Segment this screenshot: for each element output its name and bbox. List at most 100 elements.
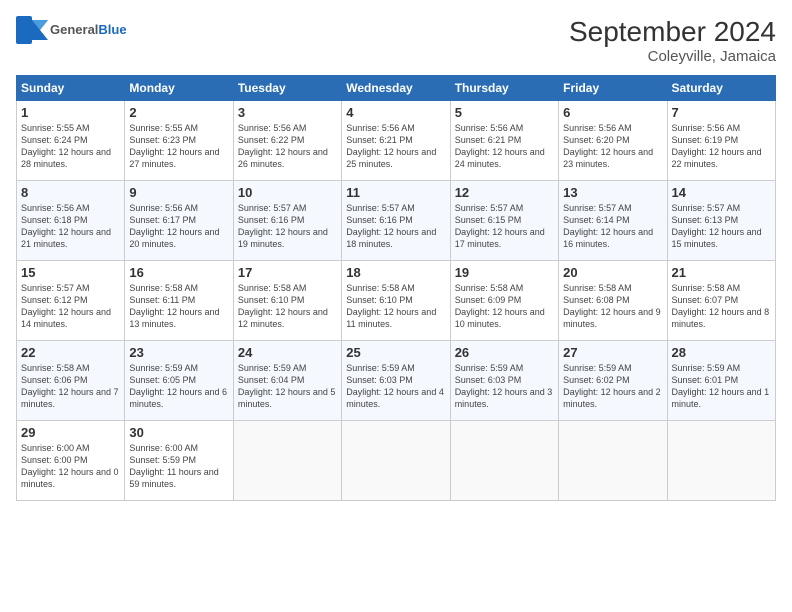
day-number: 1 [21, 105, 120, 120]
cell-info: Sunrise: 5:55 AMSunset: 6:24 PMDaylight:… [21, 123, 111, 169]
calendar-cell: 25Sunrise: 5:59 AMSunset: 6:03 PMDayligh… [342, 341, 450, 421]
logo: GeneralBlue [16, 16, 127, 44]
calendar-week-1: 1 Sunrise: 5:55 AMSunset: 6:24 PMDaylight… [17, 101, 776, 181]
calendar-week-4: 22Sunrise: 5:58 AMSunset: 6:06 PMDayligh… [17, 341, 776, 421]
calendar-cell: 3Sunrise: 5:56 AMSunset: 6:22 PMDaylight… [233, 101, 341, 181]
cell-info: Sunrise: 5:56 AMSunset: 6:18 PMDaylight:… [21, 203, 111, 249]
calendar-cell: 24 Sunrise: 5:59 AMSunset: 6:04 PMDayligh… [233, 341, 341, 421]
cell-info: Sunrise: 5:57 AMSunset: 6:16 PMDaylight:… [346, 203, 436, 249]
calendar-cell: 28Sunrise: 5:59 AMSunset: 6:01 PMDayligh… [667, 341, 775, 421]
cell-info: Sunrise: 5:59 AMSunset: 6:04 PMDaylight:… [238, 363, 336, 409]
logo-blue: Blue [98, 22, 126, 37]
day-number: 24 [238, 345, 337, 360]
cell-info: Sunrise: 5:56 AMSunset: 6:17 PMDaylight:… [129, 203, 219, 249]
cell-info: Sunrise: 5:58 AMSunset: 6:08 PMDaylight:… [563, 283, 661, 329]
day-number: 6 [563, 105, 662, 120]
cell-info: Sunrise: 5:58 AMSunset: 6:09 PMDaylight:… [455, 283, 545, 329]
calendar-cell: 1 Sunrise: 5:55 AMSunset: 6:24 PMDaylight… [17, 101, 125, 181]
logo-general: General [50, 22, 98, 37]
calendar-title: September 2024 [569, 16, 776, 48]
title-block: September 2024 Coleyville, Jamaica [569, 16, 776, 65]
cell-info: Sunrise: 5:56 AMSunset: 6:21 PMDaylight:… [346, 123, 436, 169]
calendar-cell: 30 Sunrise: 6:00 AMSunset: 5:59 PMDayligh… [125, 421, 233, 501]
header-row: SundayMondayTuesdayWednesdayThursdayFrid… [17, 76, 776, 101]
day-number: 19 [455, 265, 554, 280]
cell-info: Sunrise: 5:59 AMSunset: 6:05 PMDaylight:… [129, 363, 227, 409]
cell-info: Sunrise: 5:58 AMSunset: 6:07 PMDaylight:… [672, 283, 770, 329]
cell-info: Sunrise: 5:56 AMSunset: 6:22 PMDaylight:… [238, 123, 328, 169]
calendar-week-2: 8 Sunrise: 5:56 AMSunset: 6:18 PMDaylight… [17, 181, 776, 261]
calendar-cell: 4 Sunrise: 5:56 AMSunset: 6:21 PMDaylight… [342, 101, 450, 181]
calendar-cell: 23 Sunrise: 5:59 AMSunset: 6:05 PMDayligh… [125, 341, 233, 421]
calendar-table: SundayMondayTuesdayWednesdayThursdayFrid… [16, 75, 776, 501]
cell-info: Sunrise: 5:56 AMSunset: 6:20 PMDaylight:… [563, 123, 653, 169]
calendar-cell: 21 Sunrise: 5:58 AMSunset: 6:07 PMDayligh… [667, 261, 775, 341]
header-day-wednesday: Wednesday [342, 76, 450, 101]
cell-info: Sunrise: 5:59 AMSunset: 6:01 PMDaylight:… [672, 363, 770, 409]
day-number: 17 [238, 265, 337, 280]
calendar-cell [450, 421, 558, 501]
day-number: 8 [21, 185, 120, 200]
day-number: 18 [346, 265, 445, 280]
calendar-cell: 10 Sunrise: 5:57 AMSunset: 6:16 PMDayligh… [233, 181, 341, 261]
cell-info: Sunrise: 5:58 AMSunset: 6:10 PMDaylight:… [346, 283, 436, 329]
day-number: 22 [21, 345, 120, 360]
cell-info: Sunrise: 5:59 AMSunset: 6:02 PMDaylight:… [563, 363, 661, 409]
day-number: 20 [563, 265, 662, 280]
calendar-cell: 16 Sunrise: 5:58 AMSunset: 6:11 PMDayligh… [125, 261, 233, 341]
cell-info: Sunrise: 5:57 AMSunset: 6:16 PMDaylight:… [238, 203, 328, 249]
calendar-cell [233, 421, 341, 501]
page-container: GeneralBlue September 2024 Coleyville, J… [0, 0, 792, 509]
cell-info: Sunrise: 6:00 AMSunset: 5:59 PMDaylight:… [129, 443, 218, 489]
calendar-cell: 27 Sunrise: 5:59 AMSunset: 6:02 PMDayligh… [559, 341, 667, 421]
calendar-cell: 26 Sunrise: 5:59 AMSunset: 6:03 PMDayligh… [450, 341, 558, 421]
page-header: GeneralBlue September 2024 Coleyville, J… [16, 16, 776, 65]
day-number: 14 [672, 185, 771, 200]
calendar-cell: 12 Sunrise: 5:57 AMSunset: 6:15 PMDayligh… [450, 181, 558, 261]
calendar-week-3: 15 Sunrise: 5:57 AMSunset: 6:12 PMDayligh… [17, 261, 776, 341]
calendar-cell: 6 Sunrise: 5:56 AMSunset: 6:20 PMDaylight… [559, 101, 667, 181]
calendar-cell: 14 Sunrise: 5:57 AMSunset: 6:13 PMDayligh… [667, 181, 775, 261]
calendar-cell: 29Sunrise: 6:00 AMSunset: 6:00 PMDayligh… [17, 421, 125, 501]
header-day-monday: Monday [125, 76, 233, 101]
calendar-cell: 15 Sunrise: 5:57 AMSunset: 6:12 PMDayligh… [17, 261, 125, 341]
calendar-cell: 18 Sunrise: 5:58 AMSunset: 6:10 PMDayligh… [342, 261, 450, 341]
day-number: 25 [346, 345, 445, 360]
calendar-subtitle: Coleyville, Jamaica [569, 48, 776, 65]
cell-info: Sunrise: 5:57 AMSunset: 6:12 PMDaylight:… [21, 283, 111, 329]
day-number: 16 [129, 265, 228, 280]
cell-info: Sunrise: 5:57 AMSunset: 6:15 PMDaylight:… [455, 203, 545, 249]
cell-info: Sunrise: 5:55 AMSunset: 6:23 PMDaylight:… [129, 123, 219, 169]
calendar-week-5: 29Sunrise: 6:00 AMSunset: 6:00 PMDayligh… [17, 421, 776, 501]
calendar-cell: 8 Sunrise: 5:56 AMSunset: 6:18 PMDaylight… [17, 181, 125, 261]
day-number: 23 [129, 345, 228, 360]
day-number: 26 [455, 345, 554, 360]
day-number: 29 [21, 425, 120, 440]
day-number: 10 [238, 185, 337, 200]
cell-info: Sunrise: 5:58 AMSunset: 6:10 PMDaylight:… [238, 283, 328, 329]
day-number: 5 [455, 105, 554, 120]
cell-info: Sunrise: 5:56 AMSunset: 6:21 PMDaylight:… [455, 123, 545, 169]
day-number: 15 [21, 265, 120, 280]
header-day-saturday: Saturday [667, 76, 775, 101]
cell-info: Sunrise: 5:57 AMSunset: 6:14 PMDaylight:… [563, 203, 653, 249]
cell-info: Sunrise: 5:57 AMSunset: 6:13 PMDaylight:… [672, 203, 762, 249]
calendar-cell: 5 Sunrise: 5:56 AMSunset: 6:21 PMDaylight… [450, 101, 558, 181]
calendar-cell: 7Sunrise: 5:56 AMSunset: 6:19 PMDaylight… [667, 101, 775, 181]
day-number: 12 [455, 185, 554, 200]
calendar-cell: 20 Sunrise: 5:58 AMSunset: 6:08 PMDayligh… [559, 261, 667, 341]
header-day-thursday: Thursday [450, 76, 558, 101]
day-number: 30 [129, 425, 228, 440]
day-number: 21 [672, 265, 771, 280]
logo-icon [16, 16, 48, 44]
calendar-cell [667, 421, 775, 501]
day-number: 4 [346, 105, 445, 120]
header-day-friday: Friday [559, 76, 667, 101]
day-number: 13 [563, 185, 662, 200]
calendar-cell: 17 Sunrise: 5:58 AMSunset: 6:10 PMDayligh… [233, 261, 341, 341]
calendar-cell [559, 421, 667, 501]
calendar-cell: 11Sunrise: 5:57 AMSunset: 6:16 PMDayligh… [342, 181, 450, 261]
day-number: 27 [563, 345, 662, 360]
cell-info: Sunrise: 5:59 AMSunset: 6:03 PMDaylight:… [455, 363, 553, 409]
cell-info: Sunrise: 5:58 AMSunset: 6:11 PMDaylight:… [129, 283, 219, 329]
